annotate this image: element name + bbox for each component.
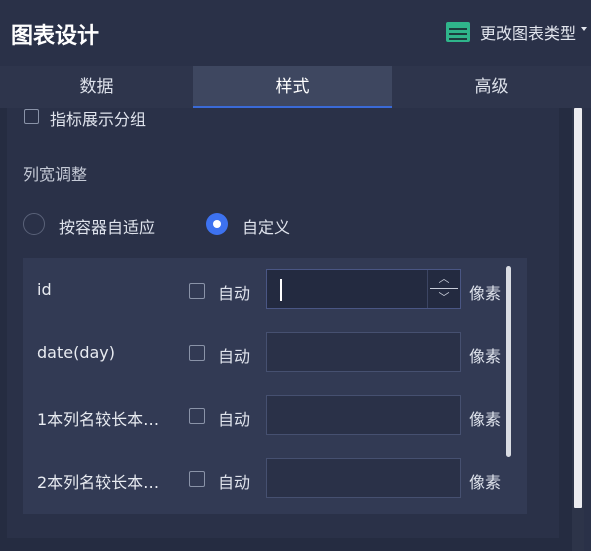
tab-style[interactable]: 样式 — [193, 66, 392, 108]
radio-custom-label[interactable]: 自定义 — [242, 214, 290, 238]
column-width-input[interactable] — [266, 332, 461, 372]
style-panel-scroll-area: 指标展示分组 列宽调整 按容器自适应 自定义 id 自动 ︿ ﹀ 像素 date… — [0, 108, 572, 551]
number-spinner: ︿ ﹀ — [427, 270, 460, 308]
auto-width-label: 自动 — [218, 347, 251, 366]
caret-down-icon — [581, 27, 587, 31]
column-width-input[interactable] — [266, 458, 461, 498]
tab-bar: 数据 样式 高级 — [0, 66, 591, 108]
unit-label: 像素 — [469, 410, 502, 429]
group-display-checkbox[interactable] — [24, 109, 39, 124]
column-name: 1本列名较长本… — [37, 410, 160, 429]
spin-down-icon[interactable]: ﹀ — [428, 289, 460, 307]
radio-custom[interactable] — [206, 213, 228, 235]
column-row-id: id 自动 ︿ ﹀ 像素 — [23, 258, 503, 321]
spin-up-icon[interactable]: ︿ — [428, 270, 460, 288]
auto-width-label: 自动 — [218, 410, 251, 429]
panel-header: 图表设计 更改图表类型 — [0, 0, 591, 66]
change-chart-type-label: 更改图表类型 — [479, 24, 576, 43]
column-width-input[interactable]: ︿ ﹀ — [266, 269, 461, 309]
auto-width-label: 自动 — [218, 473, 251, 492]
auto-width-checkbox[interactable] — [189, 283, 205, 299]
change-chart-type-button[interactable]: 更改图表类型 — [445, 20, 587, 44]
column-width-input[interactable] — [266, 395, 461, 435]
table-icon — [445, 22, 470, 42]
group-display-label: 指标展示分组 — [50, 110, 147, 129]
unit-label: 像素 — [469, 347, 502, 366]
unit-label: 像素 — [469, 284, 502, 303]
radio-fit-container[interactable] — [23, 213, 45, 235]
column-name: 2本列名较长本… — [37, 473, 160, 492]
column-name: id — [37, 280, 52, 299]
style-panel: 指标展示分组 列宽调整 按容器自适应 自定义 id 自动 ︿ ﹀ 像素 date… — [7, 108, 559, 538]
tab-advanced[interactable]: 高级 — [392, 66, 591, 106]
tab-data[interactable]: 数据 — [0, 66, 193, 106]
text-cursor — [280, 279, 282, 301]
column-name: date(day) — [37, 343, 115, 362]
column-row-date: date(day) 自动 像素 — [23, 321, 503, 384]
panel-scrollbar[interactable] — [572, 108, 584, 551]
table-scrollbar[interactable] — [506, 266, 511, 457]
column-row-long-1: 1本列名较长本… 自动 像素 — [23, 384, 503, 447]
auto-width-checkbox[interactable] — [189, 345, 205, 361]
auto-width-checkbox[interactable] — [189, 471, 205, 487]
column-row-long-2: 2本列名较长本… 自动 像素 — [23, 447, 503, 510]
unit-label: 像素 — [469, 473, 502, 492]
column-width-section-title: 列宽调整 — [23, 165, 88, 184]
radio-fit-container-label[interactable]: 按容器自适应 — [59, 214, 155, 238]
panel-title: 图表设计 — [11, 24, 100, 49]
column-width-table: id 自动 ︿ ﹀ 像素 date(day) 自动 像素 1本列名较长本… 自动… — [23, 258, 527, 514]
auto-width-label: 自动 — [218, 284, 251, 303]
auto-width-checkbox[interactable] — [189, 408, 205, 424]
panel-scrollbar-thumb[interactable] — [574, 108, 582, 508]
